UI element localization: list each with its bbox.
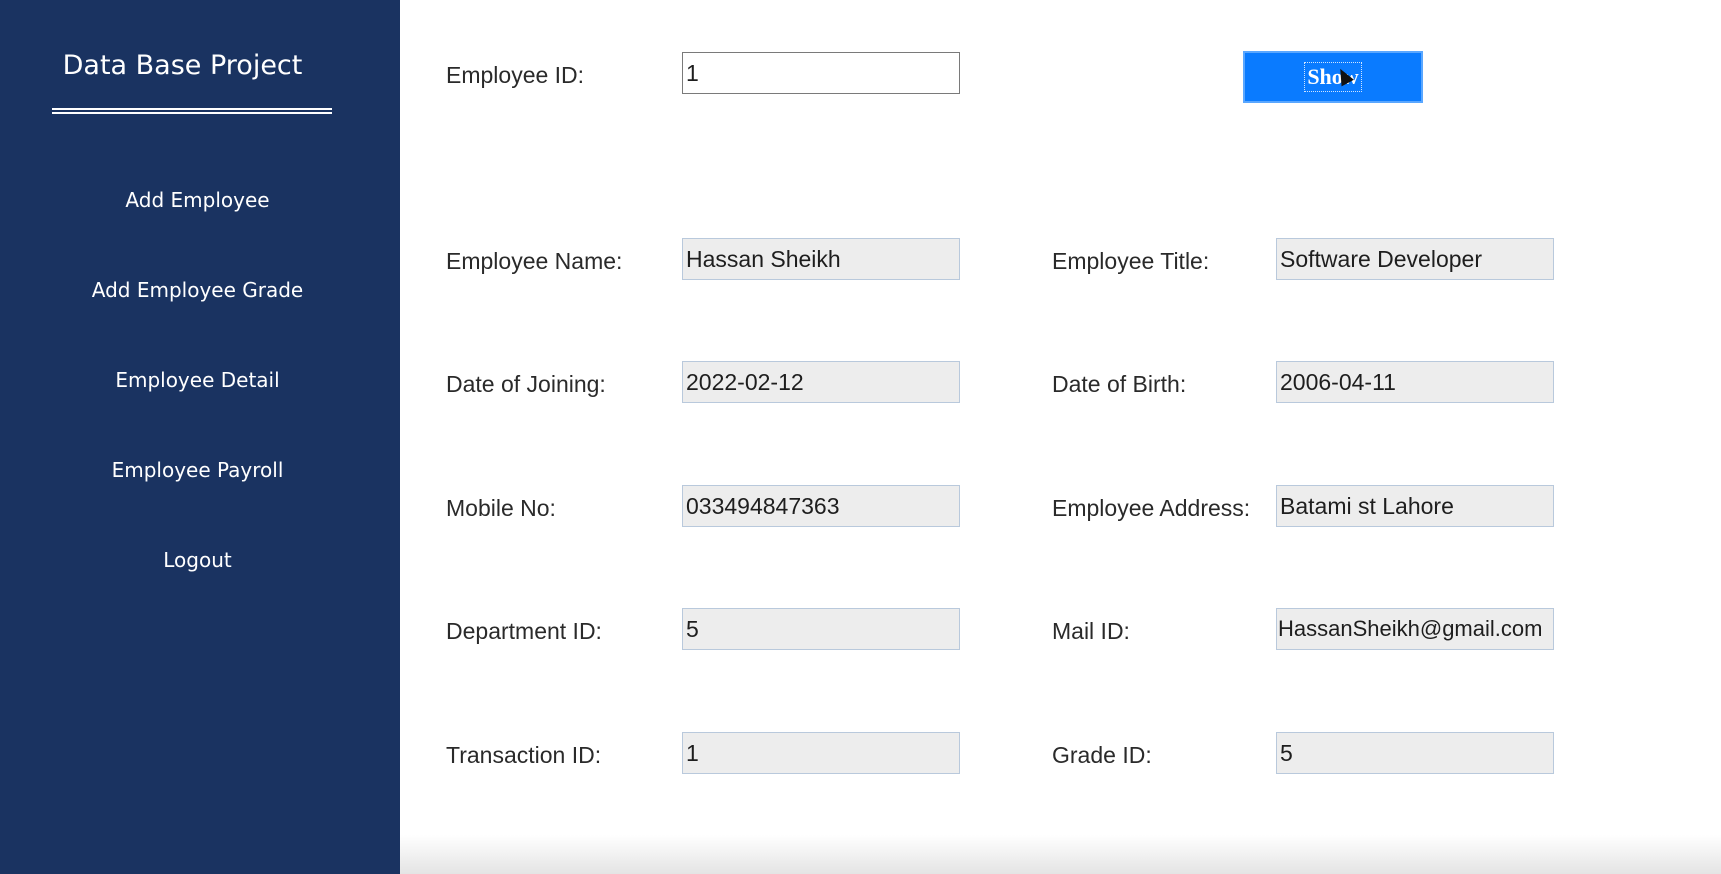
date-of-joining-field[interactable]: 2022-02-12 [682, 361, 960, 403]
title-divider [52, 108, 332, 114]
mobile-no-field[interactable]: 033494847363 [682, 485, 960, 527]
transaction-id-field[interactable]: 1 [682, 732, 960, 774]
employee-name-label: Employee Name: [446, 248, 623, 274]
employee-title-label: Employee Title: [1052, 248, 1210, 274]
department-id-field[interactable]: 5 [682, 608, 960, 650]
main-panel: Employee ID: 1 Employee Name: Hassan She… [400, 0, 1721, 874]
transaction-id-label: Transaction ID: [446, 742, 602, 768]
employee-id-label: Employee ID: [446, 62, 585, 88]
nav-add-employee-grade[interactable]: Add Employee Grade [0, 278, 395, 302]
show-button-label: Show [1304, 62, 1362, 92]
date-of-joining-label: Date of Joining: [446, 371, 606, 397]
employee-id-input[interactable]: 1 [682, 52, 960, 94]
department-id-label: Department ID: [446, 618, 602, 644]
sidebar: Data Base Project Add Employee Add Emplo… [0, 0, 400, 874]
show-button[interactable]: Show [1243, 51, 1423, 103]
nav-logout[interactable]: Logout [0, 548, 395, 572]
mail-id-field[interactable]: HassanSheikh@gmail.com [1276, 608, 1554, 650]
employee-address-field[interactable]: Batami st Lahore [1276, 485, 1554, 527]
nav-employee-detail[interactable]: Employee Detail [0, 368, 395, 392]
mobile-no-label: Mobile No: [446, 495, 556, 521]
date-of-birth-label: Date of Birth: [1052, 371, 1187, 397]
employee-title-field[interactable]: Software Developer [1276, 238, 1554, 280]
nav-employee-payroll[interactable]: Employee Payroll [0, 458, 395, 482]
mail-id-label: Mail ID: [1052, 618, 1130, 644]
grade-id-field[interactable]: 5 [1276, 732, 1554, 774]
app-title: Data Base Project [62, 50, 303, 81]
nav-add-employee[interactable]: Add Employee [0, 188, 395, 212]
grade-id-label: Grade ID: [1052, 742, 1152, 768]
bottom-edge [400, 835, 1721, 874]
date-of-birth-field[interactable]: 2006-04-11 [1276, 361, 1554, 403]
employee-address-label: Employee Address: [1052, 495, 1251, 521]
employee-name-field[interactable]: Hassan Sheikh [682, 238, 960, 280]
